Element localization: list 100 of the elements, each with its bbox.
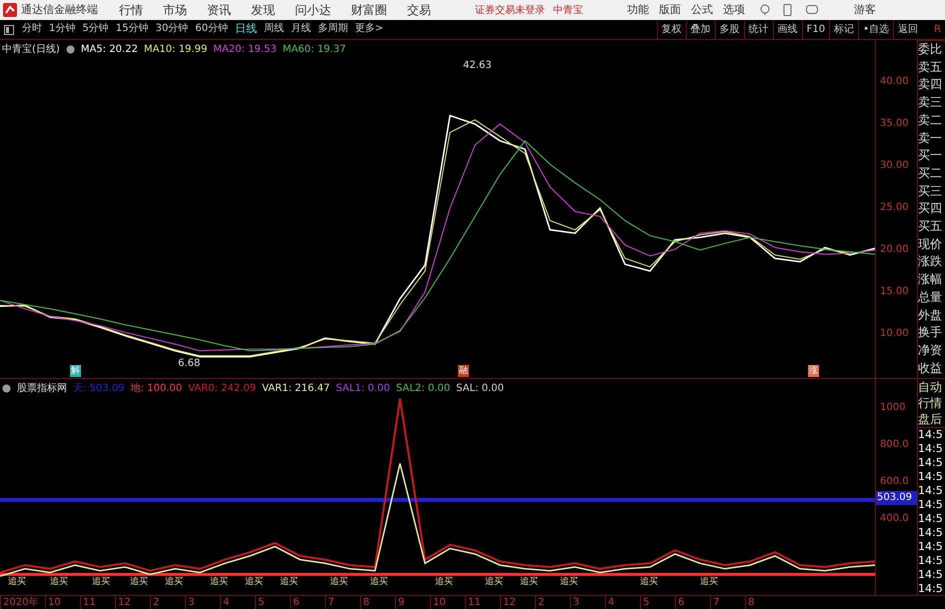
axis-label: 35.00 <box>880 118 909 130</box>
menu-item[interactable]: 公式 <box>691 2 713 18</box>
app-logo-icon <box>3 3 17 17</box>
date-label: 8 <box>360 596 370 609</box>
date-label: 9 <box>395 596 404 609</box>
high-price-label: 42.63 <box>463 59 492 73</box>
axis-label: 25.00 <box>880 202 909 214</box>
indicator-name[interactable]: 股票指标网 <box>17 381 67 396</box>
quote-label: 卖三 <box>918 94 943 112</box>
period-tab[interactable]: 周线 <box>264 21 284 38</box>
quote-label: 买五 <box>918 218 943 236</box>
signal-label: 追买 <box>520 577 538 587</box>
trade-time: 14:5 <box>918 456 944 470</box>
period-tab[interactable]: 1分钟 <box>49 21 76 38</box>
quote-label: 净资 <box>918 342 943 359</box>
side-tab[interactable]: 自动 <box>918 379 945 395</box>
side-tab[interactable]: 盘后 <box>918 411 945 427</box>
menu-item[interactable]: 功能 <box>627 2 649 18</box>
message-icon[interactable] <box>806 5 818 15</box>
side-tab[interactable]: 行情 <box>918 395 945 411</box>
period-tab[interactable]: 日线 <box>234 21 257 38</box>
guest-user[interactable]: 游客 <box>854 2 876 18</box>
menu-item[interactable]: 资讯 <box>207 1 231 19</box>
menu-item[interactable]: 行情 <box>119 1 143 19</box>
toolbar-button[interactable]: 标记 <box>829 20 858 38</box>
date-label: 11 <box>80 596 96 609</box>
toolbar-button[interactable]: 画线 <box>772 20 802 38</box>
signal-label: 追买 <box>8 577 26 587</box>
axis-label: 20.00 <box>880 244 909 256</box>
date-label: 12 <box>115 596 131 609</box>
menu-item[interactable]: 市场 <box>163 1 187 19</box>
legend-value: VAR1: 216.47 <box>262 382 330 396</box>
legend-value: VAR0: 242.09 <box>188 382 256 396</box>
quote-label: 买四 <box>918 200 943 218</box>
period-tab[interactable]: 30分钟 <box>155 21 188 38</box>
legend-value: SAL: 0.00 <box>456 382 504 396</box>
toolbar-button[interactable]: •自选 <box>858 20 894 38</box>
period-tab[interactable]: 5分钟 <box>82 21 109 38</box>
legend-value: 地: 100.00 <box>130 382 182 396</box>
signal-label: 追买 <box>245 577 263 587</box>
low-price-label: 6.68 <box>178 357 200 371</box>
quote-label: 买二 <box>918 164 943 182</box>
panel-toggle-icon[interactable] <box>4 24 14 34</box>
quote-label: 外盘 <box>918 306 943 324</box>
toolbar-button[interactable]: 返回 <box>893 20 922 38</box>
date-label: 4 <box>220 596 230 609</box>
current-value-label: 503.09 <box>876 491 917 505</box>
period-tab[interactable]: 多周期 <box>318 21 348 38</box>
menu-item[interactable]: 问小达 <box>295 1 331 19</box>
date-label: 5 <box>255 596 264 609</box>
menu-item[interactable]: 发现 <box>251 1 275 19</box>
period-tab[interactable]: 60分钟 <box>195 21 228 38</box>
quote-label: 买三 <box>918 182 943 200</box>
login-notice[interactable]: 证券交易未登录 <box>475 2 545 18</box>
signal-label: 追买 <box>640 577 658 587</box>
period-tab[interactable]: 更多> <box>354 21 384 38</box>
trade-time: 14:5 <box>918 582 944 596</box>
stock-name-link[interactable]: 中青宝 <box>553 2 583 18</box>
axis-label: 400.0 <box>880 512 909 525</box>
date-label: 5 <box>640 596 650 609</box>
period-tab[interactable]: 15分钟 <box>116 21 148 38</box>
legend-value: MA5: 20.22 <box>80 43 138 57</box>
phone-icon[interactable] <box>783 4 792 16</box>
menu-item[interactable]: 版面 <box>659 2 681 18</box>
quote-label: 收益 <box>918 360 943 377</box>
period-tab[interactable]: 分时 <box>22 21 42 38</box>
date-label: 3 <box>570 596 580 609</box>
signal-label: 追买 <box>50 577 68 587</box>
menu-item[interactable]: 选项 <box>723 2 745 18</box>
toolbar-button[interactable]: 叠加 <box>686 20 715 38</box>
axis-label: 600.0 <box>880 476 909 488</box>
event-marker: 涨 <box>808 365 819 377</box>
quote-label: 卖五 <box>918 58 943 76</box>
legend-value: 天: 503.09 <box>73 382 125 396</box>
trade-time: 14:5 <box>918 498 944 512</box>
quote-label: 涨幅 <box>918 271 943 288</box>
menu-item[interactable]: 交易 <box>407 1 431 19</box>
legend-value: MA10: 19.99 <box>144 43 208 57</box>
trade-time: 14:5 <box>918 526 944 540</box>
quote-label: 委比 <box>918 41 943 58</box>
toolbar-button[interactable]: 复权 <box>656 20 686 38</box>
signal-label: 追买 <box>370 577 388 587</box>
toolbar-button[interactable]: 多股 <box>714 20 744 38</box>
date-label: 2 <box>535 596 544 609</box>
axis-label: 15.00 <box>880 286 909 298</box>
toolbar-button[interactable]: F10 <box>802 20 830 38</box>
quote-label: 卖一 <box>918 130 943 147</box>
trade-time: 14:5 <box>918 442 944 456</box>
toolbar-button[interactable]: 统计 <box>744 20 773 38</box>
period-tab[interactable]: 月线 <box>290 21 311 38</box>
quote-label: 换手 <box>918 324 943 342</box>
trade-time: 14:5 <box>918 428 944 442</box>
signal-label: 追买 <box>92 577 110 587</box>
signal-label: 追买 <box>130 577 148 587</box>
signal-label: 追买 <box>330 577 348 587</box>
signal-label: 追买 <box>210 577 228 587</box>
right-marker[interactable]: R <box>934 22 941 37</box>
menu-item[interactable]: 财富圈 <box>351 1 387 19</box>
quote-label: 卖二 <box>918 112 943 129</box>
axis-label: 30.00 <box>880 160 909 172</box>
